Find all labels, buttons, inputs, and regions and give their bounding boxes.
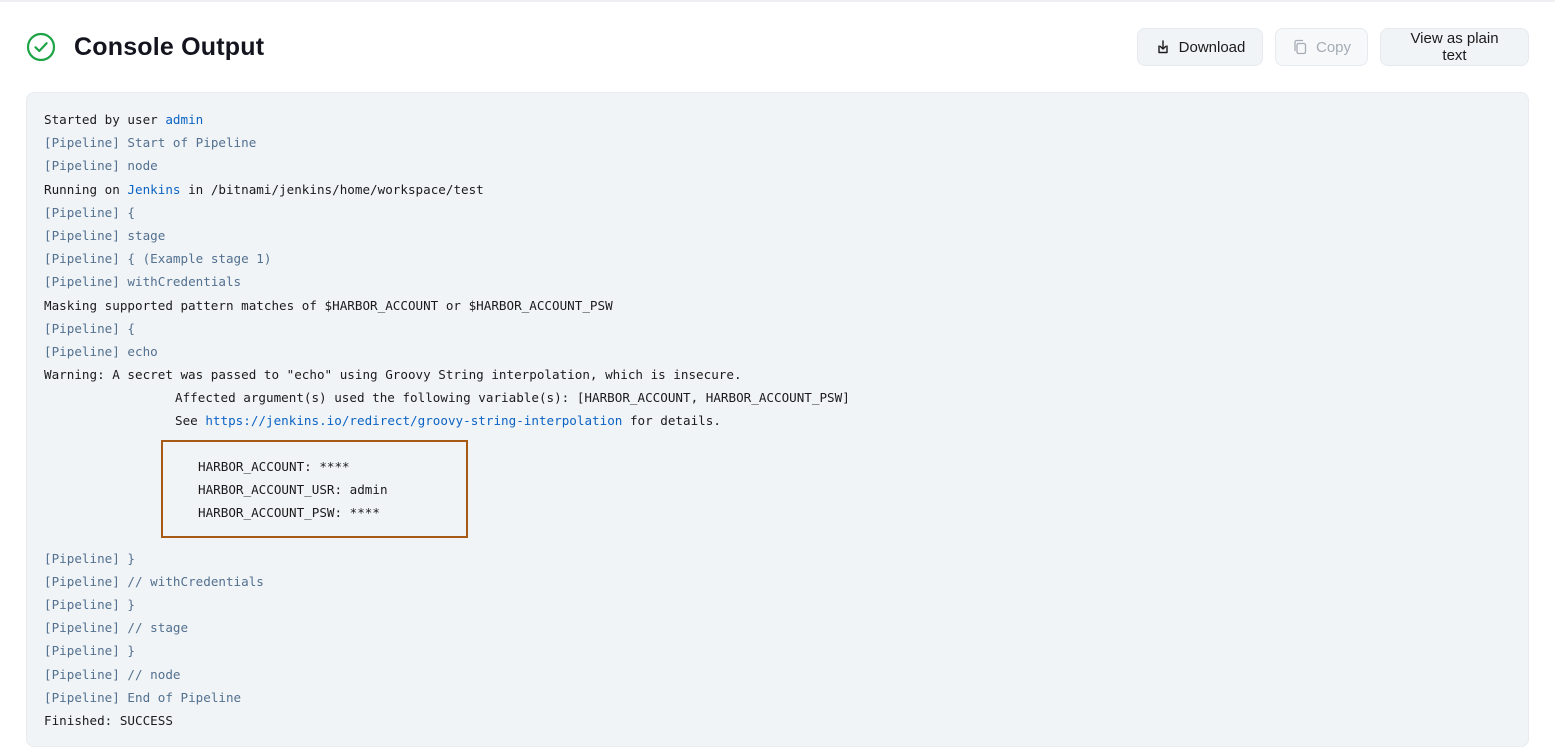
agent-link[interactable]: Jenkins [127,182,180,197]
console-output: Started by user admin [Pipeline] Start o… [26,92,1529,747]
console-line: [Pipeline] { (Example stage 1) [44,251,272,267]
toolbar: Download Copy View as plain text [1137,28,1529,66]
console-line: Started by user admin [44,112,204,127]
user-link[interactable]: admin [165,112,203,127]
check-circle-icon [26,32,56,62]
console-line: [Pipeline] withCredentials [44,274,242,290]
masked-credential-line: HARBOR_ACCOUNT_USR: admin [198,482,388,497]
masked-credentials-highlight: HARBOR_ACCOUNT: **** HARBOR_ACCOUNT_USR:… [161,440,468,538]
console-line: [Pipeline] } [44,643,135,659]
copy-button[interactable]: Copy [1275,28,1368,66]
console-line: [Pipeline] // withCredentials [44,573,264,589]
masked-credential-line: HARBOR_ACCOUNT_PSW: **** [198,505,380,520]
console-line: [Pipeline] } [44,597,135,612]
console-line: [Pipeline] echo [44,343,158,359]
console-line: [Pipeline] End of Pipeline [44,689,242,705]
console-line: [Pipeline] // node [44,666,181,682]
console-tail: [Pipeline] } [Pipeline] // withCredentia… [44,547,1511,733]
copy-icon [1292,39,1308,55]
console-line: [Pipeline] stage [44,227,166,243]
copy-label: Copy [1315,38,1352,56]
console-line: [Pipeline] { [44,320,135,336]
download-label: Download [1178,38,1246,56]
page-title: Console Output [74,32,265,61]
view-plain-text-button[interactable]: View as plain text [1380,28,1529,66]
console-line: Affected argument(s) used the following … [175,390,850,406]
console-line: [Pipeline] { [44,204,135,220]
top-divider [0,0,1555,2]
console-line: [Pipeline] } [44,550,135,566]
groovy-interpolation-link[interactable]: https://jenkins.io/redirect/groovy-strin… [205,413,622,428]
console-line: See https://jenkins.io/redirect/groovy-s… [175,413,721,429]
console-line: Masking supported pattern matches of $HA… [44,297,613,313]
download-icon [1155,39,1171,55]
masked-credential-line: HARBOR_ACCOUNT: **** [198,459,350,474]
console-line: [Pipeline] Start of Pipeline [44,135,257,151]
page-header: Console Output Download Copy View as pla… [26,26,1529,68]
view-plain-text-label: View as plain text [1410,30,1499,64]
console-line: Running on Jenkins in /bitnami/jenkins/h… [44,181,484,197]
console-line: [Pipeline] node [44,158,158,174]
console-line: [Pipeline] // stage [44,620,189,636]
console-line: Finished: SUCCESS [44,712,173,728]
download-button[interactable]: Download [1137,28,1263,66]
console-line: Warning: A secret was passed to "echo" u… [44,367,742,383]
